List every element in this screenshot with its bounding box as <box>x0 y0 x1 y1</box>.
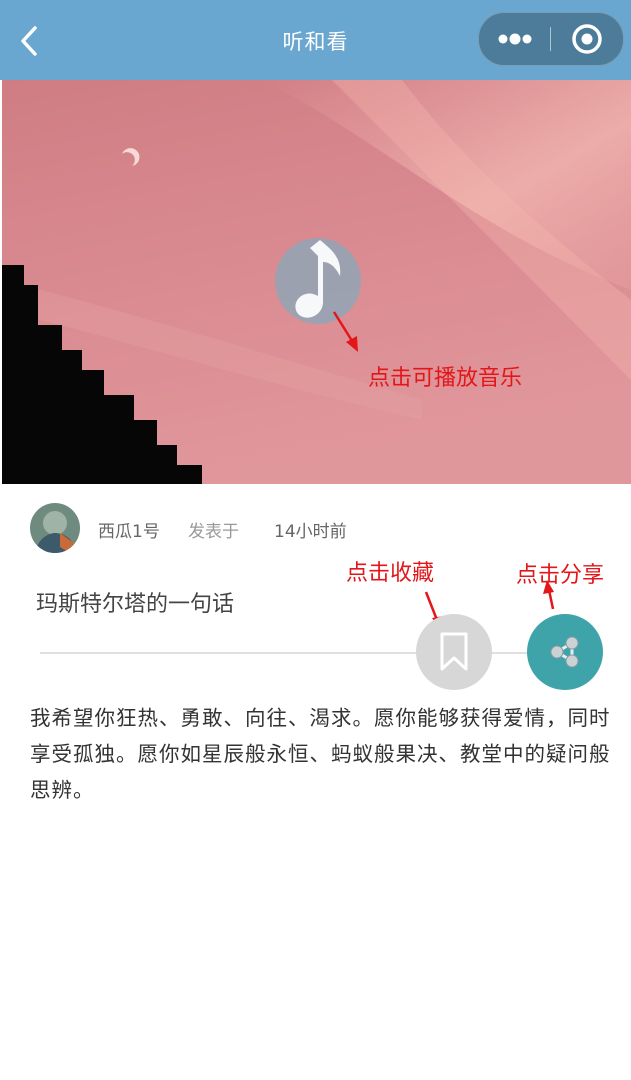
author-name[interactable]: 西瓜1号 <box>98 517 160 542</box>
share-icon <box>550 636 579 668</box>
article-body: 我希望你狂热、勇敢、向往、渴求。愿你能够获得爱情，同时享受孤独。愿你如星辰般永恒… <box>30 706 611 802</box>
mini-program-capsule <box>478 12 624 66</box>
target-circle-icon <box>572 24 602 54</box>
favorite-button[interactable] <box>416 614 492 690</box>
favorite-annotation: 点击收藏 <box>346 561 435 586</box>
close-mini-program-button[interactable] <box>551 13 623 65</box>
navigation-bar: 听和看 <box>0 0 631 80</box>
play-annotation: 点击可播放音乐 <box>368 366 523 391</box>
more-dots-icon <box>498 33 531 45</box>
cover-image <box>2 80 631 484</box>
share-button[interactable] <box>527 614 603 690</box>
share-annotation: 点击分享 <box>516 563 605 588</box>
author-avatar[interactable] <box>30 503 80 553</box>
posted-label: 发表于 <box>188 522 239 542</box>
post-time: 14小时前 <box>274 522 347 542</box>
article-title: 玛斯特尔塔的一句话 <box>36 592 235 617</box>
more-menu-button[interactable] <box>479 13 550 65</box>
bookmark-icon <box>440 632 468 671</box>
divider <box>40 652 600 654</box>
